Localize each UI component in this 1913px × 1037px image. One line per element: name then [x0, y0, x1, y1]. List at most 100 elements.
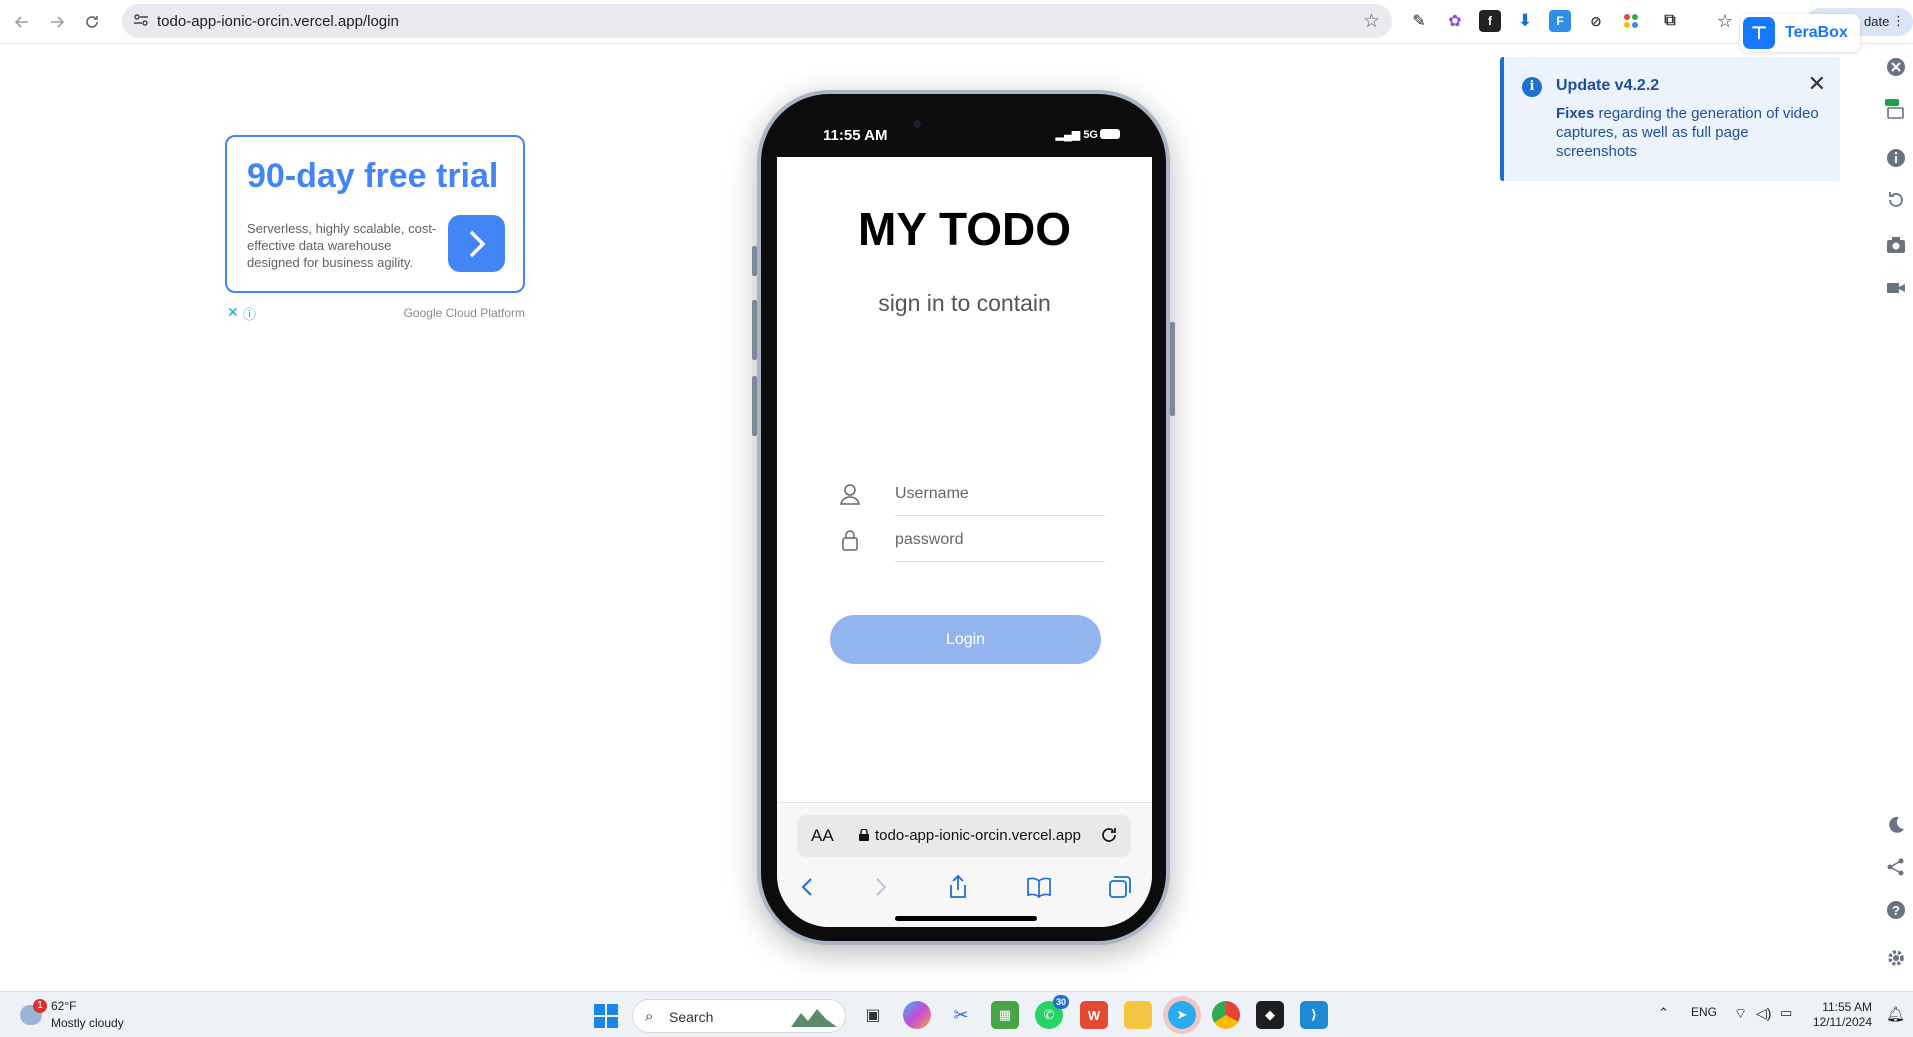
windows-start-icon[interactable]: [594, 1004, 618, 1028]
battery-icon: [1100, 129, 1120, 139]
download-extension-icon[interactable]: ⬇: [1514, 10, 1536, 32]
safari-back-icon[interactable]: [795, 874, 821, 900]
f-extension-icon[interactable]: F: [1549, 10, 1571, 32]
reader-settings-button[interactable]: AA: [811, 826, 834, 846]
taskbar-search[interactable]: ⌕ Search: [632, 999, 846, 1033]
update-label: date: [1864, 14, 1890, 29]
settings-gear-icon[interactable]: [1885, 947, 1907, 969]
phone-status-bar: 11:55 AM ▂▄▆ 5G: [761, 94, 1166, 154]
wps-office-icon[interactable]: W: [1080, 1001, 1108, 1029]
more-menu-icon[interactable]: ⋮: [1892, 13, 1905, 29]
clock-time: 11:55 AM: [1822, 1000, 1872, 1014]
blocker-extension-icon[interactable]: ⊘: [1585, 10, 1607, 32]
password-field[interactable]: [839, 518, 1105, 562]
vscode-icon[interactable]: ⟩: [1300, 1001, 1328, 1029]
address-url[interactable]: todo-app-ionic-orcin.vercel.app/login: [157, 13, 399, 30]
reload-icon[interactable]: [1099, 825, 1119, 845]
terabox-label: TeraBox: [1785, 24, 1848, 41]
ad-info-icon[interactable]: ⓘ: [243, 304, 256, 323]
search-highlight-icon: [791, 1009, 837, 1027]
ad-advertiser: Google Cloud Platform: [403, 306, 525, 320]
share-icon[interactable]: [945, 874, 971, 900]
notification-body: Fixes regarding the generation of video …: [1556, 104, 1826, 161]
battery-tray-icon[interactable]: ▭: [1780, 1005, 1792, 1021]
padlock-icon: [859, 829, 869, 841]
bookmarks-book-icon[interactable]: [1026, 874, 1052, 900]
username-input[interactable]: [895, 472, 1105, 516]
reload-button[interactable]: [78, 8, 106, 36]
update-notification: i Update v4.2.2 Fixes regarding the gene…: [1500, 57, 1840, 181]
taskbar-clock[interactable]: 11:55 AM 12/11/2024: [1808, 1000, 1872, 1030]
password-input[interactable]: [895, 518, 1105, 562]
safari-host[interactable]: todo-app-ionic-orcin.vercel.app: [875, 827, 1081, 844]
figma-icon[interactable]: ◆: [1256, 1001, 1284, 1029]
search-label: Search: [669, 1009, 714, 1025]
dots-extension-icon[interactable]: [1620, 10, 1642, 32]
notification-close-icon[interactable]: ✕: [1808, 71, 1826, 97]
network-type: 5G: [1083, 129, 1098, 141]
snipping-tool-icon[interactable]: ✂: [947, 1001, 975, 1029]
weather-condition: Mostly cloudy: [51, 1016, 124, 1030]
home-indicator: [895, 916, 1037, 921]
file-explorer-icon[interactable]: [1124, 1001, 1152, 1029]
help-circle-icon[interactable]: ?: [1885, 899, 1907, 921]
bookmark-star-icon[interactable]: ☆: [1363, 10, 1380, 33]
whatsapp-icon[interactable]: ✆ 30: [1035, 995, 1069, 1029]
volume-icon[interactable]: ◁): [1756, 1005, 1771, 1022]
extension-side-rail: ?: [1880, 44, 1913, 989]
ad-card[interactable]: 90-day free trial Serverless, highly sca…: [225, 135, 525, 293]
chevron-right-icon: [469, 230, 485, 257]
address-bar[interactable]: todo-app-ionic-orcin.vercel.app/login ☆: [122, 4, 1392, 38]
lock-icon: [842, 530, 858, 551]
clock-date: 12/11/2024: [1812, 1015, 1872, 1029]
info-circle-icon[interactable]: [1885, 147, 1907, 169]
camera-icon[interactable]: [1885, 234, 1907, 256]
notification-text: regarding the generation of video captur…: [1556, 105, 1819, 160]
close-circle-icon[interactable]: [1885, 56, 1907, 78]
ad-footer: ✕ ⓘ Google Cloud Platform: [225, 304, 525, 322]
spreadsheet-app-icon[interactable]: ▦: [991, 1001, 1019, 1029]
extensions-puzzle-icon[interactable]: ⧉: [1659, 10, 1681, 32]
notification-bell-icon[interactable]: 🔔︎: [1886, 1005, 1905, 1023]
font-extension-icon[interactable]: f: [1479, 10, 1501, 32]
ad-go-button[interactable]: [448, 215, 505, 272]
bookmarks-star-icon[interactable]: ☆: [1714, 10, 1736, 32]
whatsapp-badge: 30: [1052, 995, 1069, 1009]
eyedropper-extension-icon[interactable]: ✎: [1408, 10, 1430, 32]
ad-close-icon[interactable]: ✕: [227, 304, 239, 321]
weather-badge: 1: [33, 999, 47, 1013]
video-camera-icon[interactable]: [1885, 277, 1907, 299]
new-devices-icon[interactable]: [1885, 99, 1907, 121]
terabox-button[interactable]: ⊤ TeraBox: [1740, 14, 1860, 52]
input-language[interactable]: ENG: [1691, 1005, 1717, 1019]
tabs-icon[interactable]: [1107, 874, 1133, 900]
wifi-icon[interactable]: ⌔: [1734, 1005, 1747, 1023]
phone-frame: 11:55 AM ▂▄▆ 5G MY TODO sign in to conta…: [757, 90, 1170, 945]
phone-screen: MY TODO sign in to contain Login AA todo…: [777, 157, 1152, 927]
flower-extension-icon[interactable]: ✿: [1444, 10, 1466, 32]
site-settings-icon[interactable]: [133, 12, 149, 28]
browser-toolbar: todo-app-ionic-orcin.vercel.app/login ☆ …: [0, 0, 1913, 52]
safari-address-bar[interactable]: AA todo-app-ionic-orcin.vercel.app: [797, 815, 1131, 857]
windows-taskbar: 1 62°F Mostly cloudy ⌕ Search ▣ ✂ ▦ ✆ 30 …: [0, 991, 1913, 1037]
back-button[interactable]: [8, 8, 36, 36]
svg-text:?: ?: [1892, 903, 1900, 918]
task-view-icon[interactable]: ▣: [859, 1001, 887, 1029]
ad-description: Serverless, highly scalable, cost-effect…: [247, 221, 437, 270]
telegram-icon[interactable]: ➤: [1168, 1001, 1196, 1029]
history-icon[interactable]: [1885, 189, 1907, 211]
chrome-icon[interactable]: [1212, 1001, 1240, 1029]
ad-headline[interactable]: 90-day free trial: [247, 157, 498, 196]
dark-mode-moon-icon[interactable]: [1885, 814, 1907, 836]
forward-button[interactable]: [43, 8, 71, 36]
login-button[interactable]: Login: [830, 615, 1101, 664]
notification-title: Update v4.2.2: [1556, 77, 1660, 94]
weather-widget[interactable]: 1 62°F Mostly cloudy: [18, 999, 178, 1033]
share-nodes-icon[interactable]: [1885, 856, 1907, 878]
notification-strong: Fixes: [1556, 105, 1595, 122]
arrow-left-icon: [14, 16, 28, 28]
username-field[interactable]: [839, 472, 1105, 516]
copilot-icon[interactable]: [903, 1001, 931, 1029]
tray-overflow-chevron-icon[interactable]: ⌃: [1658, 1005, 1669, 1021]
safari-forward-icon[interactable]: [867, 874, 893, 900]
